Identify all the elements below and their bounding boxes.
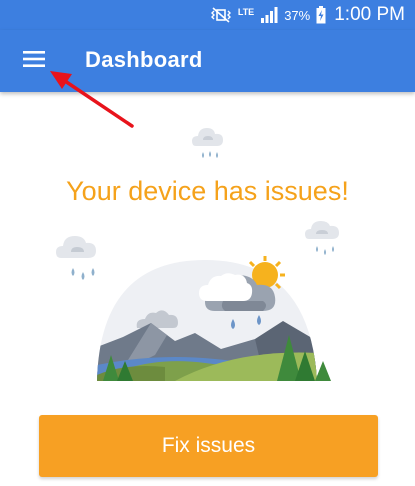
rain-cloud-icon [192,128,223,158]
battery-percent: 37% [284,7,311,23]
signal-strength-icon [260,7,278,23]
annotation-arrow-icon [50,71,134,128]
status-bar: LTE 37% 1:00 PM [0,0,415,30]
network-type-label: LTE [237,6,255,17]
weather-landscape-illustration [97,256,331,381]
mute-vibrate-icon [210,7,232,23]
issues-headline: Your device has issues! [66,176,349,206]
battery-charging-icon [316,6,326,24]
fix-issues-button[interactable]: Fix issues [39,415,378,477]
clock: 1:00 PM [334,4,405,25]
